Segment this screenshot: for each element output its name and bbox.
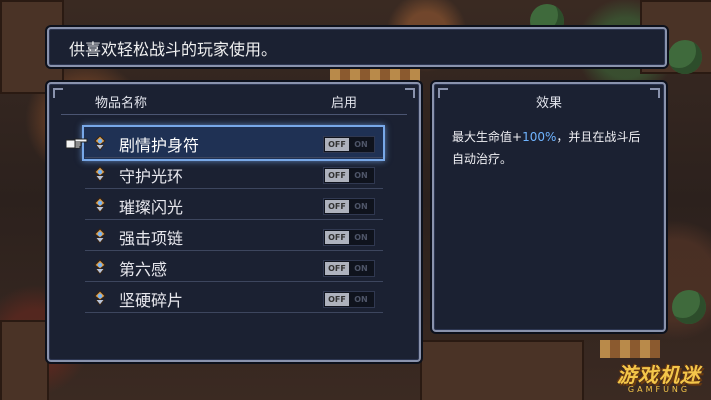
toggle-on-label: ON <box>354 202 368 211</box>
row-divider <box>85 157 383 158</box>
watermark-sub: GAMFUNG <box>627 385 691 394</box>
watermark-logo: 游戏机迷 GAMFUNG <box>617 359 701 394</box>
column-header-enabled: 启用 <box>331 96 358 111</box>
item-label: 坚硬碎片 <box>119 291 184 310</box>
description-text: 供喜欢轻松战斗的玩家使用。 <box>69 40 278 59</box>
pointing-hand-icon <box>66 138 88 149</box>
effect-panel: 效果 最大生命值+100%，并且在战斗后自动治疗。 <box>432 82 666 332</box>
toggle-off-label: OFF <box>325 169 349 182</box>
awning <box>600 340 660 358</box>
description-box: 供喜欢轻松战斗的玩家使用。 <box>47 27 667 67</box>
enable-toggle[interactable]: OFF ON <box>323 229 375 246</box>
plant <box>672 290 706 324</box>
enable-toggle[interactable]: OFF ON <box>323 198 375 215</box>
item-list-panel: 物品名称 启用 剧情护身符 OFF ON 守护光环 OFF ON 璀璨闪光 OFF ON 强击项链… <box>47 82 421 362</box>
item-label: 剧情护身符 <box>119 136 200 155</box>
item-label: 第六感 <box>119 260 168 279</box>
effect-text-before: 最大生命值+ <box>452 130 523 144</box>
enable-toggle[interactable]: OFF ON <box>323 136 375 153</box>
effect-text-highlight: 100% <box>522 130 557 144</box>
amulet-icon <box>93 197 107 213</box>
panel-corner <box>53 88 63 98</box>
row-divider <box>85 219 383 220</box>
row-divider <box>85 250 383 251</box>
effect-description: 最大生命值+100%，并且在战斗后自动治疗。 <box>452 126 648 170</box>
plant <box>668 40 702 74</box>
watermark-main: 游戏机迷 <box>617 363 701 387</box>
panel-corner <box>405 88 415 98</box>
toggle-on-label: ON <box>354 233 368 242</box>
enable-toggle[interactable]: OFF ON <box>323 167 375 184</box>
building <box>420 340 584 400</box>
toggle-on-label: ON <box>354 140 368 149</box>
toggle-on-label: ON <box>354 264 368 273</box>
toggle-off-label: OFF <box>325 231 349 244</box>
item-label: 强击项链 <box>119 229 184 248</box>
item-row[interactable]: 强击项链 OFF ON <box>85 221 383 251</box>
toggle-off-label: OFF <box>325 200 349 213</box>
row-divider <box>85 281 383 282</box>
amulet-icon <box>93 228 107 244</box>
amulet-icon <box>93 290 107 306</box>
amulet-icon <box>93 135 107 151</box>
item-label: 守护光环 <box>119 167 184 186</box>
toggle-off-label: OFF <box>325 138 349 151</box>
amulet-icon <box>93 259 107 275</box>
toggle-off-label: OFF <box>325 262 349 275</box>
enable-toggle[interactable]: OFF ON <box>323 260 375 277</box>
item-row[interactable]: 守护光环 OFF ON <box>85 159 383 189</box>
item-row[interactable]: 第六感 OFF ON <box>85 252 383 282</box>
header-divider <box>61 114 407 115</box>
building <box>0 320 49 400</box>
toggle-on-label: ON <box>354 171 368 180</box>
effect-title: 效果 <box>535 96 562 111</box>
item-row[interactable]: 剧情护身符 OFF ON <box>82 125 385 161</box>
item-label: 璀璨闪光 <box>119 198 184 217</box>
toggle-on-label: ON <box>354 295 368 304</box>
item-row[interactable]: 坚硬碎片 OFF ON <box>85 283 383 313</box>
row-divider <box>85 188 383 189</box>
row-divider <box>85 312 383 313</box>
toggle-off-label: OFF <box>325 293 349 306</box>
column-header-name: 物品名称 <box>95 96 148 111</box>
enable-toggle[interactable]: OFF ON <box>323 291 375 308</box>
amulet-icon <box>93 166 107 182</box>
item-row[interactable]: 璀璨闪光 OFF ON <box>85 190 383 220</box>
